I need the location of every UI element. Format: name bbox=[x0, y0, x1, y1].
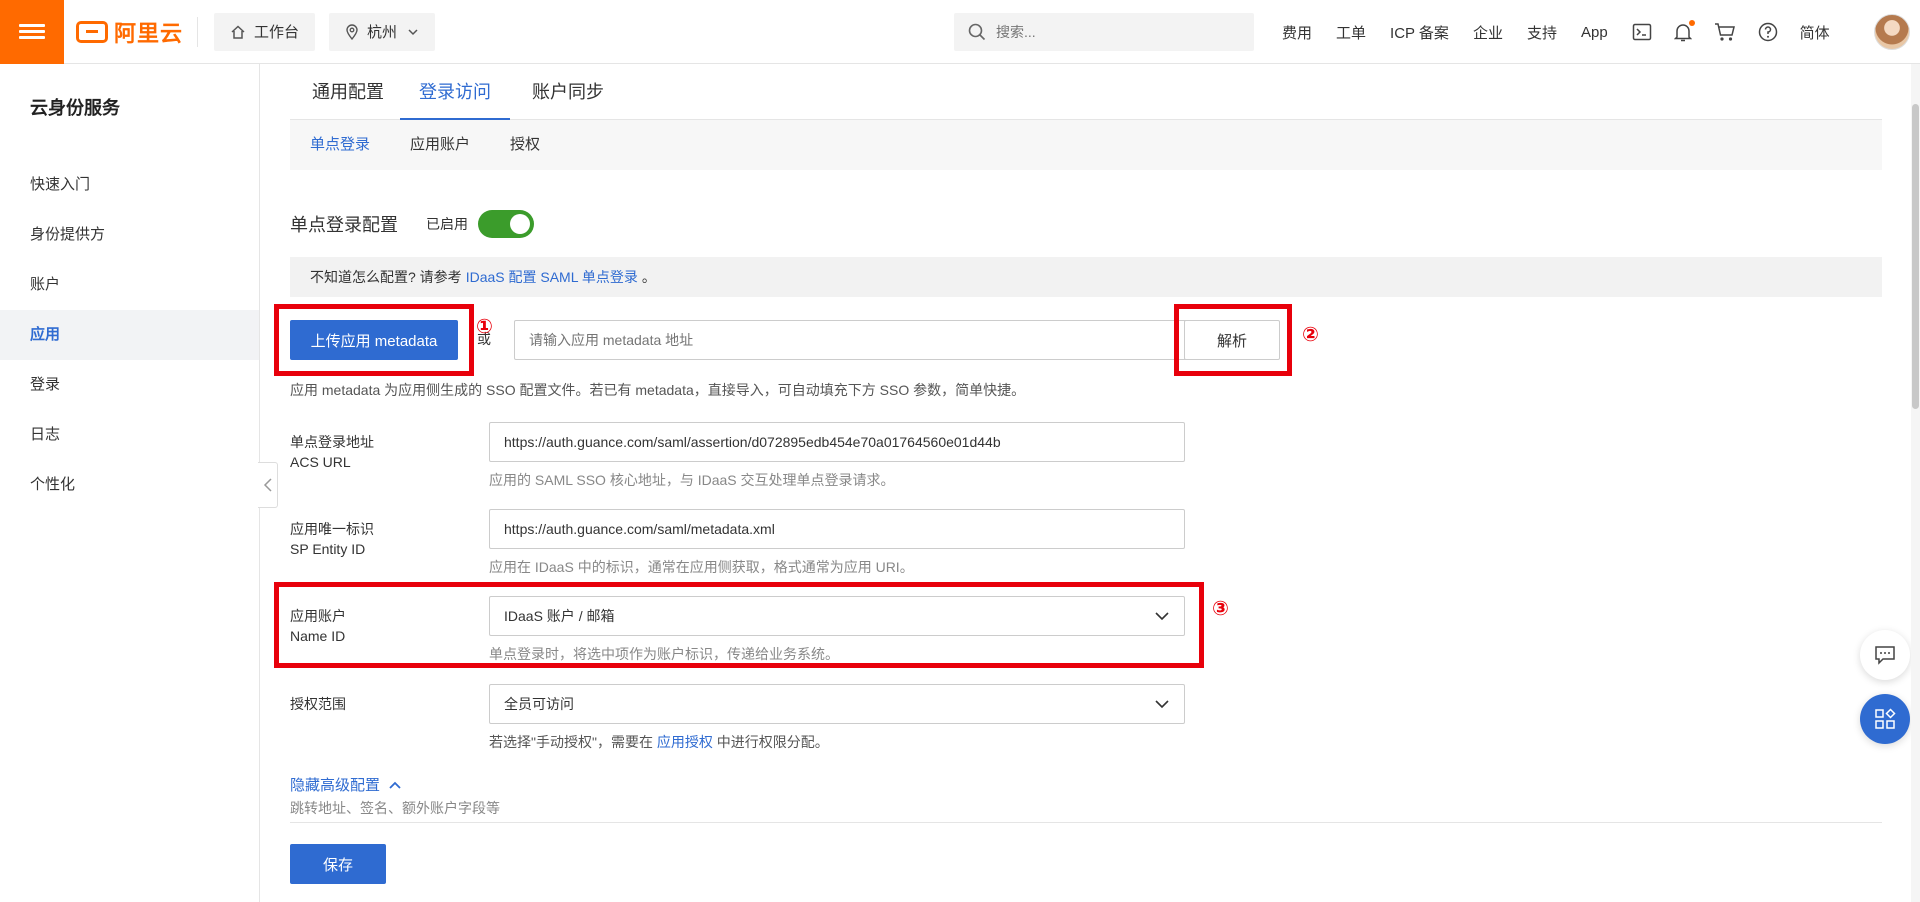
sidebar-item-quickstart[interactable]: 快速入门 bbox=[0, 160, 259, 210]
advanced-help: 跳转地址、签名、额外账户字段等 bbox=[290, 800, 500, 816]
workbench-label: 工作台 bbox=[254, 24, 300, 41]
main-content: 通用配置 登录访问 账户同步 单点登录 应用账户 授权 单点登录配置 已启用 不… bbox=[274, 64, 1882, 902]
entity-id-label: 应用唯一标识 SP Entity ID bbox=[290, 519, 374, 559]
sso-title: 单点登录配置 bbox=[290, 215, 398, 235]
scope-select[interactable]: 全员可访问 bbox=[489, 684, 1185, 724]
region-selector[interactable]: 杭州 bbox=[329, 12, 436, 51]
workbench-button[interactable]: 工作台 bbox=[214, 12, 316, 51]
top-link-fees[interactable]: 费用 bbox=[1282, 22, 1312, 43]
apps-grid-icon bbox=[1875, 708, 1896, 729]
language-switch[interactable]: 简体 bbox=[1800, 22, 1830, 43]
help-tip: 不知道怎么配置? 请参考 IDaaS 配置 SAML 单点登录 。 bbox=[290, 257, 1882, 297]
tip-prefix: 不知道怎么配置? 请参考 bbox=[310, 269, 462, 285]
hide-advanced-label: 隐藏高级配置 bbox=[290, 777, 381, 794]
entity-id-label-en: SP Entity ID bbox=[290, 541, 366, 557]
name-id-label-cn: 应用账户 bbox=[290, 608, 346, 624]
subtab-app-accounts[interactable]: 应用账户 bbox=[410, 120, 470, 170]
name-id-help: 单点登录时，将选中项作为账户标识，传递给业务系统。 bbox=[489, 646, 839, 662]
annotation-number-1: ① bbox=[476, 316, 493, 338]
top-link-icp[interactable]: ICP 备案 bbox=[1390, 22, 1449, 43]
metadata-url-input[interactable] bbox=[514, 320, 1210, 360]
annotation-number-2: ② bbox=[1302, 324, 1319, 346]
logo[interactable]: 阿里云 bbox=[64, 16, 199, 47]
hide-advanced-toggle[interactable]: 隐藏高级配置 bbox=[290, 774, 402, 795]
sidebar-title: 云身份服务 bbox=[30, 98, 120, 118]
subtab-authorization[interactable]: 授权 bbox=[510, 120, 540, 170]
sidebar-collapse-button[interactable] bbox=[258, 462, 278, 508]
tab-login-access[interactable]: 登录访问 bbox=[400, 64, 510, 120]
sso-enable-toggle[interactable] bbox=[478, 210, 534, 238]
menu-icon[interactable] bbox=[0, 0, 64, 64]
chevron-down-icon bbox=[1155, 700, 1169, 709]
parse-button[interactable]: 解析 bbox=[1184, 320, 1280, 360]
acs-url-label-en: ACS URL bbox=[290, 454, 351, 470]
apps-button[interactable] bbox=[1860, 694, 1910, 744]
top-link-tickets[interactable]: 工单 bbox=[1336, 22, 1366, 43]
bell-icon[interactable] bbox=[1673, 20, 1695, 42]
cart-icon[interactable] bbox=[1714, 22, 1736, 42]
location-icon bbox=[346, 23, 358, 40]
sidebar-item-personalization[interactable]: 个性化 bbox=[0, 460, 259, 510]
sidebar-item-login[interactable]: 登录 bbox=[0, 360, 259, 410]
scope-help-prefix: 若选择"手动授权"，需要在 bbox=[489, 734, 653, 750]
scrollbar-thumb[interactable] bbox=[1912, 104, 1919, 409]
top-links: 费用 工单 ICP 备案 企业 支持 App 简体 bbox=[1282, 0, 1854, 64]
aliyun-logo-icon bbox=[76, 20, 108, 43]
subtab-bar: 单点登录 应用账户 授权 bbox=[290, 120, 1882, 170]
tab-bar: 通用配置 登录访问 账户同步 bbox=[290, 64, 1882, 120]
app-authorization-link[interactable]: 应用授权 bbox=[657, 734, 713, 750]
sidebar: 云身份服务 快速入门 身份提供方 账户 应用 登录 日志 个性化 bbox=[0, 64, 260, 902]
sidebar-item-accounts[interactable]: 账户 bbox=[0, 260, 259, 310]
scope-value: 全员可访问 bbox=[504, 696, 574, 712]
top-link-enterprise[interactable]: 企业 bbox=[1473, 22, 1503, 43]
top-link-app[interactable]: App bbox=[1581, 24, 1608, 41]
search-box bbox=[954, 13, 1254, 51]
search-icon bbox=[968, 23, 986, 41]
annotation-number-3: ③ bbox=[1212, 598, 1229, 620]
save-button[interactable]: 保存 bbox=[290, 844, 386, 884]
entity-id-help: 应用在 IDaaS 中的标识，通常在应用侧获取，格式通常为应用 URI。 bbox=[489, 559, 914, 575]
chevron-left-icon bbox=[263, 478, 272, 492]
name-id-select[interactable]: IDaaS 账户 / 邮箱 bbox=[489, 596, 1185, 636]
help-icon[interactable] bbox=[1758, 22, 1778, 42]
feedback-button[interactable] bbox=[1860, 630, 1910, 680]
sidebar-item-identity-provider[interactable]: 身份提供方 bbox=[0, 210, 259, 260]
entity-id-input[interactable]: https://auth.guance.com/saml/metadata.xm… bbox=[489, 509, 1185, 549]
metadata-help: 应用 metadata 为应用侧生成的 SSO 配置文件。若已有 metadat… bbox=[290, 382, 1026, 398]
top-link-support[interactable]: 支持 bbox=[1527, 22, 1557, 43]
acs-url-help: 应用的 SAML SSO 核心地址，与 IDaaS 交互处理单点登录请求。 bbox=[489, 472, 895, 488]
sso-header: 单点登录配置 已启用 bbox=[290, 204, 534, 244]
chevron-down-icon bbox=[408, 28, 418, 35]
name-id-label: 应用账户 Name ID bbox=[290, 606, 346, 646]
scope-label: 授权范围 bbox=[290, 696, 346, 712]
acs-url-label-cn: 单点登录地址 bbox=[290, 434, 374, 450]
tab-general-config[interactable]: 通用配置 bbox=[308, 64, 388, 120]
sso-status-label: 已启用 bbox=[426, 216, 468, 232]
subtab-sso[interactable]: 单点登录 bbox=[310, 120, 370, 170]
acs-url-input[interactable]: https://auth.guance.com/saml/assertion/d… bbox=[489, 422, 1185, 462]
sidebar-item-logs[interactable]: 日志 bbox=[0, 410, 259, 460]
upload-metadata-button[interactable]: 上传应用 metadata bbox=[290, 320, 458, 360]
tab-account-sync[interactable]: 账户同步 bbox=[528, 64, 608, 120]
home-icon bbox=[231, 24, 245, 39]
name-id-value: IDaaS 账户 / 邮箱 bbox=[504, 608, 615, 624]
chevron-down-icon bbox=[1155, 612, 1169, 621]
chat-icon bbox=[1875, 646, 1895, 665]
chevron-up-icon bbox=[389, 781, 401, 789]
tip-doc-link[interactable]: IDaaS 配置 SAML 单点登录 bbox=[466, 267, 638, 287]
acs-url-label: 单点登录地址 ACS URL bbox=[290, 432, 374, 472]
scope-help-suffix: 中进行权限分配。 bbox=[716, 734, 829, 750]
scope-help: 若选择"手动授权"，需要在 应用授权 中进行权限分配。 bbox=[489, 732, 829, 752]
terminal-icon[interactable] bbox=[1632, 23, 1652, 41]
search-input[interactable] bbox=[996, 24, 1236, 40]
name-id-label-en: Name ID bbox=[290, 628, 346, 644]
logo-text: 阿里云 bbox=[114, 20, 184, 46]
sidebar-item-applications[interactable]: 应用 bbox=[0, 310, 259, 360]
user-avatar[interactable] bbox=[1874, 14, 1910, 50]
notification-dot bbox=[1688, 20, 1695, 26]
entity-id-label-cn: 应用唯一标识 bbox=[290, 521, 374, 537]
tip-suffix: 。 bbox=[641, 269, 656, 285]
divider bbox=[290, 822, 1882, 823]
region-label: 杭州 bbox=[367, 24, 398, 41]
